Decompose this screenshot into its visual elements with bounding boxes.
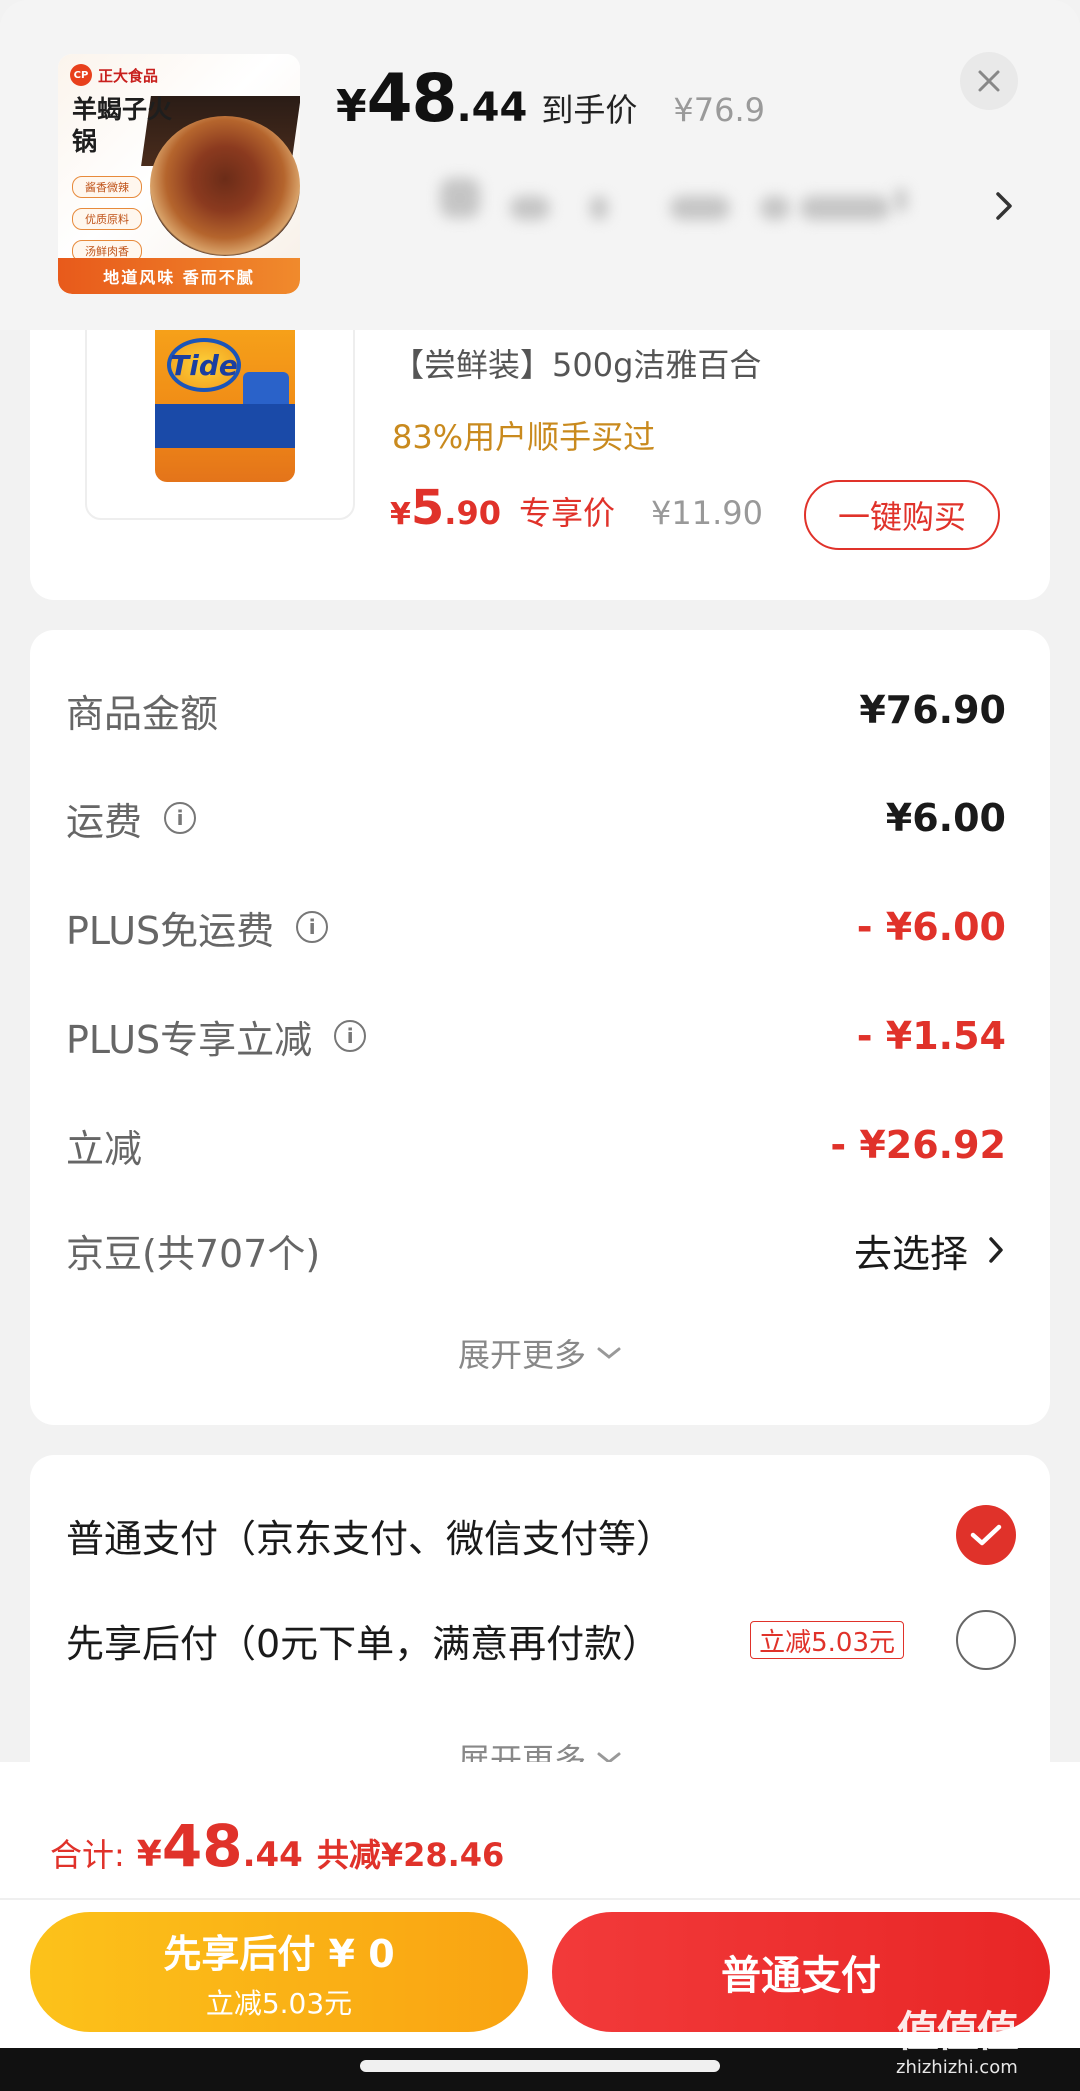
info-icon[interactable]: i <box>296 911 329 943</box>
amount-value: - ¥26.92 <box>830 1123 1006 1167</box>
amount-value: ¥76.90 <box>859 688 1006 732</box>
pay-later-button[interactable]: 先享后付 ¥ 0 立减5.03元 <box>30 1912 528 2032</box>
amount-row-plus-discount: PLUS专享立减 i - ¥1.54 <box>66 1006 1006 1066</box>
purchase-rate: 83%用户顺手买过 <box>392 418 656 456</box>
chevron-right-icon[interactable] <box>992 188 1016 224</box>
amount-value: - ¥1.54 <box>856 1014 1006 1058</box>
tide-logo: Tide <box>167 338 241 392</box>
total-label: 合计: <box>50 1836 125 1874</box>
price-decimal: .90 <box>444 494 501 532</box>
detergent-pack-image: Tide <box>155 312 295 482</box>
amount-label: 立减 <box>66 1126 143 1171</box>
amount-row-shipping: 运费 i ¥6.00 <box>66 788 1006 848</box>
final-price: ¥ 48 .44 到手价 ¥76.9 <box>336 60 765 137</box>
payment-option-label: 先享后付（0元下单，满意再付款） <box>66 1621 661 1666</box>
thumbnail-footer: 地道风味 香而不腻 <box>58 258 300 294</box>
brand-logo-icon: CP <box>70 64 92 86</box>
home-indicator[interactable] <box>360 2060 720 2072</box>
recommended-product-title[interactable]: 【尝鲜装】500g洁雅百合 <box>392 340 761 386</box>
thumbnail-tag: 酱香微辣 <box>72 176 142 198</box>
total-decimal: .44 <box>242 1835 303 1875</box>
checked-radio[interactable] <box>956 1505 1016 1565</box>
amount-value: ¥6.00 <box>885 796 1006 840</box>
price-decimal: .44 <box>456 85 528 131</box>
original-price: ¥76.9 <box>673 91 765 129</box>
payment-option-pay-later[interactable]: 先享后付（0元下单，满意再付款） 立减5.03元 <box>66 1610 1016 1670</box>
product-header: CP 正大食品 羊蝎子火锅 酱香微辣 优质原料 汤鲜肉香 地道风味 香而不腻 ¥… <box>0 0 1080 330</box>
price-currency: ¥ <box>390 497 411 532</box>
amount-row-instant-discount: 立减 - ¥26.92 <box>66 1115 1006 1175</box>
blurred-spec-row[interactable] <box>440 178 930 234</box>
pay-later-main-label: 先享后付 ¥ 0 <box>163 1931 395 1976</box>
recommended-price: ¥ 5 .90 专享价 ¥11.90 <box>390 480 763 536</box>
amount-label: 商品金额 <box>66 691 219 736</box>
price-integer: 48 <box>366 60 458 137</box>
unchecked-radio[interactable] <box>956 1610 1016 1670</box>
recommended-product-card: Tide 【尝鲜装】500g洁雅百合 83%用户顺手买过 ¥ 5 .90 专享价… <box>30 290 1050 600</box>
price-currency: ¥ <box>336 81 367 132</box>
info-icon[interactable]: i <box>164 802 197 834</box>
total-currency: ¥ <box>136 1834 162 1875</box>
amount-row-plus-free-shipping: PLUS免运费 i - ¥6.00 <box>66 897 1006 957</box>
total-integer: 48 <box>161 1812 243 1880</box>
amount-label: 运费 <box>66 799 143 844</box>
discount-badge: 立减5.03元 <box>750 1621 904 1659</box>
payment-method-card: 普通支付（京东支付、微信支付等） 先享后付（0元下单，满意再付款） 立减5.03… <box>30 1455 1050 1785</box>
check-icon <box>970 1524 1002 1546</box>
thumbnail-brand-label: 正大食品 <box>98 66 159 85</box>
payment-option-label: 普通支付（京东支付、微信支付等） <box>66 1516 675 1561</box>
order-total: 合计: ¥ 48 .44 共减¥28.46 <box>50 1812 504 1880</box>
jingdou-select[interactable]: 去选择 <box>854 1223 1006 1278</box>
amount-row-jingdou[interactable]: 京豆(共707个) 去选择 <box>66 1220 1006 1280</box>
expand-more-amounts[interactable]: 展开更多 <box>30 1330 1050 1376</box>
price-integer: 5 <box>410 480 445 536</box>
price-tag: 到手价 <box>541 91 638 129</box>
chevron-right-icon <box>989 1237 1003 1263</box>
pay-later-sub-label: 立减5.03元 <box>205 1986 353 2020</box>
chevron-down-icon <box>597 1347 621 1359</box>
amount-label: 京豆(共707个) <box>66 1231 321 1276</box>
thumbnail-title: 羊蝎子火锅 <box>72 95 173 156</box>
thumbnail-brand: CP 正大食品 <box>70 64 158 86</box>
divider <box>0 1898 1080 1900</box>
site-watermark: 值值值 zhizhizhi.com <box>896 1998 1019 2078</box>
watermark-url: zhizhizhi.com <box>896 2057 1018 2078</box>
total-discount: 共减¥28.46 <box>316 1836 505 1874</box>
one-click-buy-button[interactable]: 一键购买 <box>804 480 1000 550</box>
thumbnail-tag: 优质原料 <box>72 208 142 230</box>
close-icon <box>978 70 1000 92</box>
amount-details-card: 商品金额 ¥76.90 运费 i ¥6.00 PLUS免运费 i - ¥6.00… <box>30 630 1050 1425</box>
price-tag: 专享价 <box>518 494 615 532</box>
amount-value: - ¥6.00 <box>856 905 1006 949</box>
amount-label: PLUS免运费 <box>66 908 275 953</box>
expand-more-label: 展开更多 <box>457 1336 586 1374</box>
watermark-logo: 值值值 <box>896 2007 1019 2056</box>
amount-label: PLUS专享立减 <box>66 1017 313 1062</box>
info-icon[interactable]: i <box>334 1020 367 1052</box>
thumbnail-hotpot-image <box>150 116 300 256</box>
thumbnail-tags: 酱香微辣 优质原料 汤鲜肉香 <box>72 176 142 262</box>
jingdou-select-label: 去选择 <box>853 1231 968 1276</box>
original-price: ¥11.90 <box>650 494 763 532</box>
product-thumbnail[interactable]: CP 正大食品 羊蝎子火锅 酱香微辣 优质原料 汤鲜肉香 地道风味 香而不腻 <box>58 54 300 294</box>
payment-option-normal[interactable]: 普通支付（京东支付、微信支付等） <box>66 1505 1016 1565</box>
close-button[interactable] <box>960 52 1018 110</box>
amount-row-goods: 商品金额 ¥76.90 <box>66 680 1006 740</box>
pack-band <box>155 404 295 448</box>
